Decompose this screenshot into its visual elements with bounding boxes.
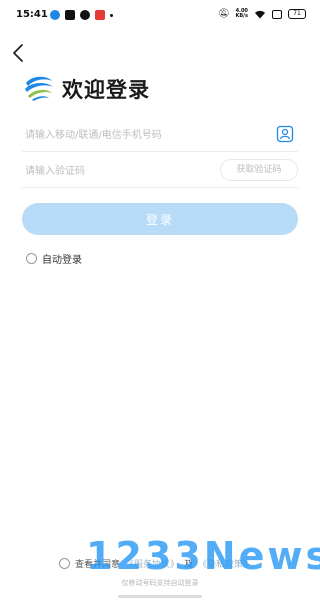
home-indicator (118, 595, 202, 598)
code-field-row: 获取验证码 (22, 154, 298, 188)
app-notification-icon-2 (80, 10, 90, 20)
phone-field-row (22, 118, 298, 152)
status-time: 15:41 (16, 9, 48, 20)
system-icons: 🔕︎ 4.00 KB/s 71 (218, 9, 306, 19)
back-arrow-icon[interactable] (10, 42, 30, 64)
phone-input[interactable] (25, 125, 265, 145)
network-speed-unit: KB/s (235, 13, 249, 19)
contact-book-icon[interactable] (276, 125, 294, 143)
notification-icons (50, 10, 113, 20)
get-code-button[interactable]: 获取验证码 (220, 159, 298, 181)
news-app-icon (95, 10, 105, 20)
agreement-row: 查看并同意 《服务协议》 及 《隐私政策》 (59, 557, 252, 570)
agreement-radio[interactable] (59, 558, 70, 569)
battery-icon: 71 (288, 9, 306, 19)
auto-login-radio[interactable] (26, 253, 37, 264)
tiktok-icon (65, 10, 75, 20)
wifi-icon (255, 10, 265, 18)
service-agreement-link[interactable]: 《服务协议》 (125, 557, 179, 570)
verification-code-input[interactable] (25, 161, 205, 181)
watermark: 1233News (86, 534, 320, 578)
auto-login-option[interactable]: 自动登录 (26, 251, 82, 266)
page-title: 欢迎登录 (62, 78, 150, 102)
privacy-policy-link[interactable]: 《隐私政策》 (198, 557, 252, 570)
agreement-prefix: 查看并同意 (75, 560, 121, 570)
network-speed: 4.00 KB/s (236, 9, 249, 19)
sim-icon (272, 9, 282, 19)
auto-login-label: 自动登录 (42, 255, 82, 266)
more-notifications-dot (110, 13, 113, 17)
status-bar: 15:41 🔕︎ 4.00 KB/s 71 (0, 0, 320, 32)
agreement-conjunction: 及 (184, 560, 194, 570)
login-button[interactable]: 登录 (22, 203, 298, 235)
mute-icon: 🔕︎ (218, 9, 230, 19)
auto-login-note: 仅移动号码支持自动登录 (121, 579, 199, 587)
app-notification-icon (50, 10, 60, 20)
china-mobile-logo-icon (25, 76, 53, 101)
